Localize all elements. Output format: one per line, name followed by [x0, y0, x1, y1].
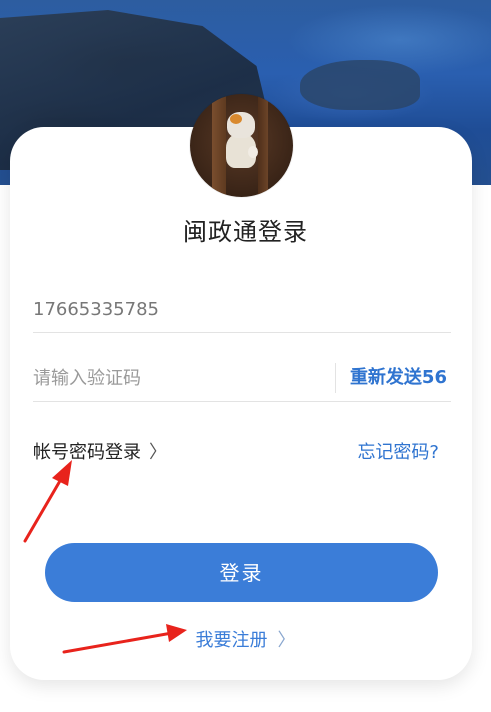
login-button[interactable]: 登录 — [45, 543, 438, 602]
verification-code-field: 重新发送56 — [33, 355, 451, 402]
page-title: 闽政通登录 — [183, 218, 308, 246]
account-password-login-label: 帐号密码登录 — [33, 442, 141, 463]
background-rock-small — [300, 60, 420, 110]
phone-field — [33, 286, 451, 333]
login-options-row: 帐号密码登录〉 忘记密码? — [33, 438, 445, 468]
verification-code-input[interactable] — [33, 355, 323, 401]
avatar-cat-patch — [230, 114, 242, 124]
user-avatar — [190, 94, 293, 197]
resend-divider — [335, 363, 336, 393]
account-password-login-link[interactable]: 帐号密码登录〉 — [33, 438, 167, 468]
resend-code-button[interactable]: 重新发送56 — [350, 355, 447, 401]
avatar-door-left — [212, 94, 226, 197]
avatar-door-right — [258, 94, 268, 197]
phone-input[interactable] — [33, 286, 323, 332]
forgot-password-link[interactable]: 忘记密码? — [357, 438, 439, 468]
register-label: 我要注册 — [195, 630, 268, 651]
chevron-right-icon: 〉 — [277, 630, 296, 651]
avatar-cat-paw — [248, 146, 258, 158]
register-link[interactable]: 我要注册〉 — [0, 626, 491, 652]
chevron-right-icon: 〉 — [149, 442, 167, 463]
